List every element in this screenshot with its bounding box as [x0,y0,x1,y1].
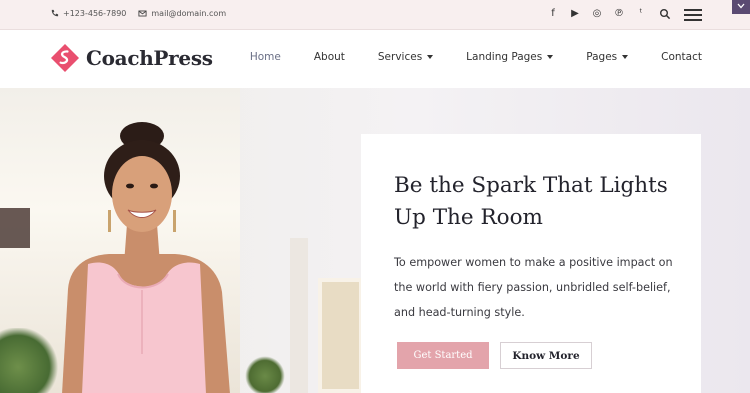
hero-section: Be the Spark That Lights Up The Room To … [0,88,750,393]
nav-item-label: About [313,51,345,63]
panel-toggle-button[interactable] [732,0,750,14]
coachpress-logo-icon [51,44,79,72]
social-links: f ▶ ◎ ℗ ᵗ [548,8,646,20]
caret-down-icon [427,55,434,59]
hamburger-menu-icon[interactable] [684,9,702,21]
nav-item-label: Home [249,51,281,63]
know-more-button[interactable]: Know More [500,342,592,369]
nav-item-landing-pages[interactable]: Landing Pages [466,51,554,63]
phone-number: +123-456-7890 [63,9,127,18]
background-shelf [0,208,30,248]
chevron-down-icon [737,3,745,9]
nav-item-contact[interactable]: Contact [661,51,702,63]
hero-title: Be the Spark That Lights Up The Room [394,173,668,230]
nav-item-label: Services [377,51,423,63]
facebook-icon[interactable]: f [548,8,558,20]
nav-item-label: Landing Pages [466,51,543,63]
hero-description: To empower women to make a positive impa… [394,256,673,319]
nav-item-services[interactable]: Services [377,51,434,63]
top-bar: +123-456-7890 mail@domain.com f ▶ ◎ ℗ ᵗ [0,0,750,30]
nav-item-label: Pages [586,51,618,63]
site-header: CoachPress Home About Services Landing P… [0,30,750,88]
background-doorway [318,278,363,393]
phone-link[interactable]: +123-456-7890 [50,9,126,18]
youtube-icon[interactable]: ▶ [570,8,580,20]
logo-text: CoachPress [86,46,213,70]
search-icon[interactable] [659,8,671,20]
hero-card: Be the Spark That Lights Up The Room To … [361,134,701,393]
phone-icon [51,9,59,17]
main-nav: Home About Services Landing Pages Pages … [217,51,702,63]
nav-item-label: Contact [661,51,702,63]
site-logo[interactable]: CoachPress [50,43,213,73]
caret-down-icon [547,55,554,59]
nav-item-home[interactable]: Home [250,51,281,63]
get-started-button[interactable]: Get Started [397,342,489,369]
background-wall [290,238,308,393]
mail-icon [138,10,147,17]
nav-item-pages[interactable]: Pages [586,51,629,63]
twitter-icon[interactable]: ᵗ [636,8,646,20]
top-contact: +123-456-7890 mail@domain.com [50,9,226,18]
email-address: mail@domain.com [151,9,227,18]
instagram-icon[interactable]: ◎ [592,8,602,20]
caret-down-icon [622,55,629,59]
hero-person-image [62,122,230,393]
pinterest-icon[interactable]: ℗ [614,8,624,20]
nav-item-about[interactable]: About [314,51,345,63]
email-link[interactable]: mail@domain.com [138,9,226,18]
